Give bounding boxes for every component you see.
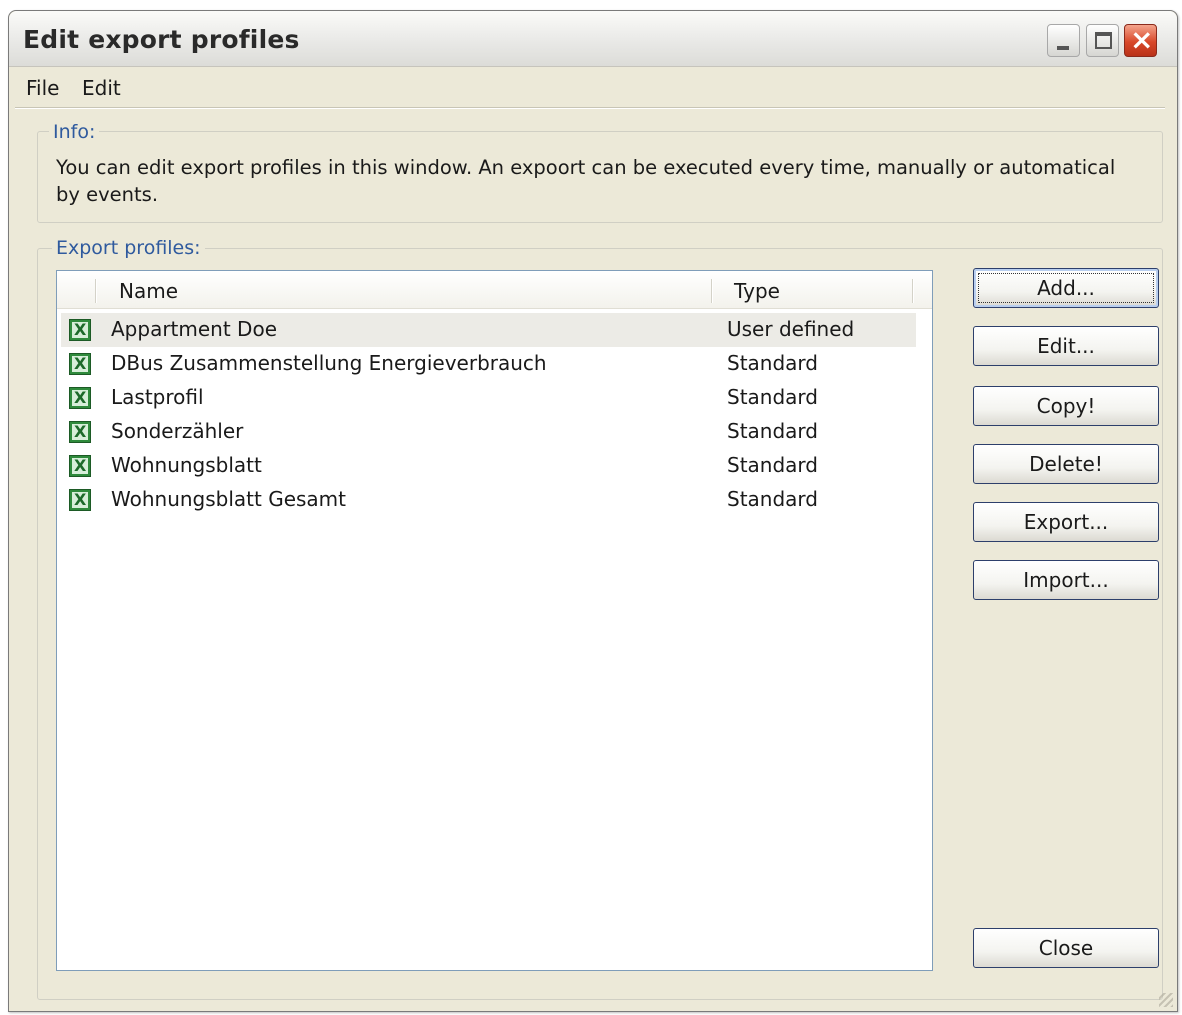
profile-type: Standard [727,453,818,477]
copy-button[interactable]: Copy! [973,386,1159,426]
profile-name: Wohnungsblatt Gesamt [111,487,347,511]
excel-icon: X [69,489,91,511]
profile-name: Sonderzähler [111,419,244,443]
import-button[interactable]: Import... [973,560,1159,600]
profile-name: Wohnungsblatt [111,453,262,477]
column-header-type[interactable]: Type [734,279,780,303]
window-title: Edit export profiles [23,25,300,54]
profile-row[interactable]: X Wohnungsblatt Standard [61,449,916,483]
profile-type: User defined [727,317,855,341]
delete-button[interactable]: Delete! [973,444,1159,484]
close-window-button[interactable]: × [1124,23,1157,57]
resize-grip[interactable] [1159,993,1173,1007]
export-button[interactable]: Export... [973,502,1159,542]
header-divider[interactable] [95,279,97,303]
profile-type: Standard [727,419,818,443]
profile-row[interactable]: X Lastprofil Standard [61,381,916,415]
close-button[interactable]: Close [973,928,1159,968]
excel-icon: X [69,353,91,375]
menu-edit[interactable]: Edit [82,76,121,100]
profile-row[interactable]: X Wohnungsblatt Gesamt Standard [61,483,916,517]
excel-icon: X [69,319,91,341]
profile-row[interactable]: X DBus Zusammenstellung Energieverbrauch… [61,347,916,381]
profile-type: Standard [727,487,818,511]
info-text: You can edit export profiles in this win… [56,156,1116,206]
profile-name: Appartment Doe [111,317,277,341]
minimize-button[interactable] [1047,24,1080,57]
excel-icon: X [69,455,91,477]
close-icon: × [1130,23,1154,56]
menu-file[interactable]: File [26,76,59,100]
profile-type: Standard [727,351,818,375]
export-profiles-list[interactable]: Name Type X Appartment Doe User defined … [56,270,933,971]
add-button[interactable]: Add... [973,268,1159,308]
export-profiles-label: Export profiles: [52,237,205,259]
minimize-icon [1057,46,1069,50]
maximize-button[interactable] [1086,24,1119,57]
profile-name: DBus Zusammenstellung Energieverbrauch [111,351,547,375]
profile-type: Standard [727,385,818,409]
menu-bar: File Edit [9,71,1177,101]
list-header: Name Type [57,271,932,309]
excel-icon: X [69,421,91,443]
title-bar[interactable]: Edit export profiles × [9,11,1177,67]
excel-icon: X [69,387,91,409]
edit-export-profiles-window: Edit export profiles × File Edit Info: Y… [8,10,1178,1012]
profile-row[interactable]: X Sonderzähler Standard [61,415,916,449]
menu-divider [15,107,1165,109]
header-divider[interactable] [912,279,914,303]
maximize-icon [1095,32,1112,49]
profile-row[interactable]: X Appartment Doe User defined [61,313,916,347]
column-header-name[interactable]: Name [119,279,178,303]
header-divider[interactable] [711,279,713,303]
profile-name: Lastprofil [111,385,204,409]
edit-button[interactable]: Edit... [973,326,1159,366]
info-label: Info: [49,121,100,143]
